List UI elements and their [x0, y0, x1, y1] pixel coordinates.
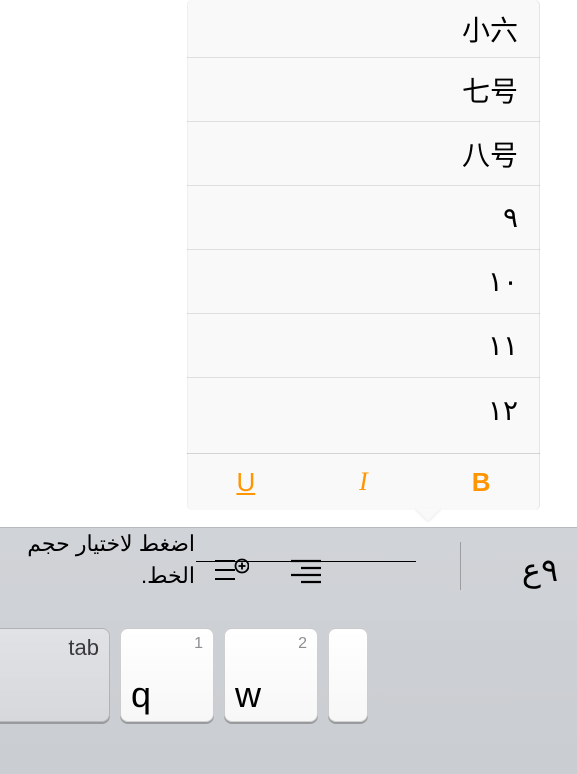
- toolbar-divider: [460, 542, 461, 590]
- popover-arrow-icon: [415, 508, 441, 521]
- size-option[interactable]: ١٢: [187, 378, 540, 442]
- keyboard: tab 1 q 2 w: [0, 620, 577, 774]
- bold-label: B: [472, 467, 491, 498]
- text-style-row: U I B: [187, 453, 540, 510]
- underline-label: U: [236, 467, 255, 498]
- key-alt-label: 1: [194, 635, 203, 653]
- font-size-list[interactable]: 小六 七号 八号 ٩ ١٠ ١١ ١٢: [187, 0, 540, 453]
- key-partial[interactable]: [328, 628, 368, 722]
- keyboard-row: tab 1 q 2 w: [0, 620, 577, 730]
- italic-label: I: [359, 467, 368, 497]
- key-q[interactable]: 1 q: [120, 628, 214, 722]
- size-label: ١٢: [488, 394, 518, 427]
- underline-button[interactable]: U: [187, 454, 305, 510]
- key-tab[interactable]: tab: [0, 628, 110, 722]
- shortcut-toolbar: ٩ع: [210, 540, 577, 600]
- callout-text: اضغط لاختيار حجم الخط.: [27, 531, 195, 588]
- key-label: w: [235, 677, 261, 713]
- font-size-label: ٩ع: [522, 551, 558, 589]
- size-label: 八号: [462, 134, 518, 174]
- key-label: q: [131, 677, 151, 713]
- size-label: ١٠: [488, 265, 518, 298]
- callout-label: اضغط لاختيار حجم الخط.: [10, 528, 195, 592]
- align-right-icon[interactable]: [286, 550, 326, 590]
- font-size-popover: 小六 七号 八号 ٩ ١٠ ١١ ١٢ U I B: [187, 0, 540, 510]
- size-option[interactable]: ١١: [187, 314, 540, 378]
- italic-button[interactable]: I: [305, 454, 423, 510]
- key-label: tab: [68, 637, 99, 659]
- callout-leader-line: [196, 561, 416, 562]
- size-label: 小六: [462, 9, 518, 49]
- size-label: 七号: [462, 70, 518, 110]
- font-size-button[interactable]: ٩ع: [522, 550, 562, 590]
- size-label: ١١: [488, 329, 518, 362]
- size-option[interactable]: ٩: [187, 186, 540, 250]
- key-alt-label: 2: [298, 635, 307, 653]
- key-w[interactable]: 2 w: [224, 628, 318, 722]
- size-label: ٩: [503, 201, 518, 234]
- bold-button[interactable]: B: [422, 454, 540, 510]
- size-option[interactable]: 八号: [187, 122, 540, 186]
- add-item-icon[interactable]: [210, 550, 250, 590]
- size-option[interactable]: ١٠: [187, 250, 540, 314]
- size-option[interactable]: 小六: [187, 0, 540, 58]
- size-option[interactable]: 七号: [187, 58, 540, 122]
